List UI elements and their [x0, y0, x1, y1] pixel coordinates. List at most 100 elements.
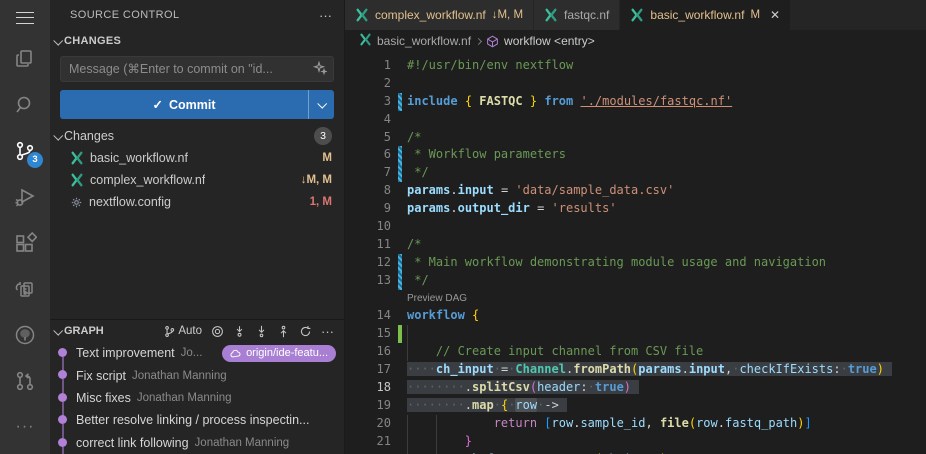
line-number: 21 — [345, 433, 391, 451]
code-line: 10 — [345, 218, 926, 236]
code-text — [407, 325, 926, 343]
refresh-icon[interactable] — [299, 325, 312, 338]
changes-tree-header[interactable]: Changes 3 — [50, 125, 344, 147]
editor-area: complex_workflow.nf↓M, Mfastqc.nfbasic_w… — [345, 0, 926, 454]
target-icon[interactable] — [211, 325, 224, 338]
line-number: 14 — [345, 307, 391, 325]
branch-icon — [163, 325, 176, 338]
nextflow-icon — [70, 173, 84, 187]
line-number: 4 — [345, 111, 391, 129]
tab-complex_workflow.nf[interactable]: complex_workflow.nf↓M, M — [345, 0, 534, 30]
gear-icon — [70, 196, 83, 209]
line-number: 19 — [345, 397, 391, 415]
panel-more-button[interactable]: ··· — [319, 8, 332, 23]
git-pullrequest-icon — [13, 369, 37, 393]
fetch-icon[interactable] — [233, 325, 246, 338]
codelens-preview-dag[interactable]: Preview DAG — [407, 290, 467, 308]
code-line: 4 — [345, 111, 926, 129]
search-button[interactable] — [0, 82, 50, 128]
gutter-added-marker — [398, 325, 402, 343]
menu-button[interactable] — [0, 0, 50, 36]
commit-message: Misc fixes — [76, 391, 131, 405]
gutter — [391, 343, 407, 361]
branch-ref-pill[interactable]: origin/ide-featu... — [222, 345, 336, 362]
graph-commit-row[interactable]: Fix scriptJonathan Manning — [50, 364, 344, 386]
line-number: 22 — [345, 451, 391, 454]
indent-guide — [407, 325, 408, 343]
breadcrumb-symbol[interactable]: workflow <entry> — [504, 34, 595, 48]
source-control-button[interactable]: 3 — [0, 128, 50, 174]
commit-author: Jo... — [181, 347, 203, 359]
graph-commit-row[interactable]: Better resolve linking / process inspect… — [50, 409, 344, 431]
gutter — [391, 451, 407, 454]
code-line: 17····ch_input·=·Channel.fromPath(params… — [345, 361, 926, 379]
gutter-modified-marker — [398, 254, 402, 272]
scm-file-row[interactable]: nextflow.config1, M — [50, 191, 344, 213]
panel-title: SOURCE CONTROL — [70, 9, 180, 21]
commit-graph-list: Text improvementJo...origin/ide-featu...… — [50, 342, 344, 454]
commit-dot-icon — [58, 348, 67, 357]
code-line: 21 } — [345, 433, 926, 451]
tab-bar: complex_workflow.nf↓M, Mfastqc.nfbasic_w… — [345, 0, 926, 30]
code-text — [407, 111, 926, 129]
run-debug-button[interactable] — [0, 174, 50, 220]
github-icon — [13, 323, 37, 347]
tab-fastqc.nf[interactable]: fastqc.nf — [534, 0, 620, 30]
changes-section-header[interactable]: CHANGES — [50, 30, 344, 52]
breadcrumb-file[interactable]: basic_workflow.nf — [377, 34, 471, 48]
line-number: 16 — [345, 343, 391, 361]
tab-basic_workflow.nf[interactable]: basic_workflow.nfM✕ — [620, 0, 791, 30]
gutter — [391, 218, 407, 236]
indent-guide — [407, 415, 408, 433]
commit-dropdown-button[interactable] — [308, 90, 334, 119]
tab-label: complex_workflow.nf — [375, 8, 486, 22]
extensions-button[interactable] — [0, 220, 50, 266]
code-text: */ — [407, 164, 926, 182]
indent-guide — [407, 343, 408, 361]
graph-commit-row[interactable]: Text improvementJo...origin/ide-featu... — [50, 342, 344, 364]
more-actions-button[interactable]: ··· — [0, 404, 50, 450]
commit-dot-icon — [58, 438, 67, 447]
code-text: } — [407, 433, 926, 451]
code-line: 6 * Workflow parameters — [345, 146, 926, 164]
gutter — [391, 254, 407, 272]
indent-guide — [436, 433, 437, 451]
commit-message-input[interactable] — [60, 56, 334, 82]
gutter — [391, 129, 407, 147]
code-line: 15 — [345, 325, 926, 343]
commit-message: correct link following — [76, 436, 189, 450]
sparkle-icon[interactable] — [313, 61, 327, 80]
commit-button[interactable]: ✓ Commit — [60, 90, 334, 119]
file-status-badge: M — [322, 152, 332, 164]
line-number: 9 — [345, 200, 391, 218]
scm-file-row[interactable]: complex_workflow.nf↓M, M — [50, 169, 344, 191]
pull-icon[interactable] — [255, 325, 268, 338]
code-text: ····ch_input·=·Channel.fromPath(params.i… — [407, 361, 926, 379]
cloud-icon — [230, 349, 242, 358]
indent-guide — [436, 415, 437, 433]
push-icon[interactable] — [277, 325, 290, 338]
graph-commit-row[interactable]: correct link followingJonathan Manning — [50, 432, 344, 454]
doc-sync-button[interactable] — [0, 266, 50, 312]
commit-author: Jonathan Manning — [137, 392, 232, 404]
close-icon[interactable]: ✕ — [770, 8, 780, 22]
explorer-button[interactable] — [0, 36, 50, 82]
branch-auto-button[interactable]: Auto — [163, 325, 202, 338]
code-text: ········.map·{·row·-> — [407, 397, 926, 415]
check-icon: ✓ — [152, 97, 162, 112]
graph-title: GRAPH — [64, 325, 104, 337]
git-pullrequest-button[interactable] — [0, 358, 50, 404]
scm-file-row[interactable]: basic_workflow.nfM — [50, 147, 344, 169]
graph-section: GRAPH Auto — [50, 319, 344, 454]
chevron-down-icon — [317, 99, 327, 109]
code-editor[interactable]: 1#!/usr/bin/env nextflow23include { FAST… — [345, 52, 926, 454]
commit-author: Jonathan Manning — [132, 370, 227, 382]
gutter — [391, 200, 407, 218]
graph-commit-row[interactable]: Misc fixes Jonathan Manning — [50, 387, 344, 409]
gutter — [391, 93, 407, 111]
changes-file-list: basic_workflow.nfMcomplex_workflow.nf↓M,… — [50, 147, 344, 213]
github-button[interactable] — [0, 312, 50, 358]
gutter-modified-marker — [398, 146, 402, 164]
line-number: 18 — [345, 379, 391, 397]
graph-more-button[interactable]: ··· — [321, 324, 334, 339]
